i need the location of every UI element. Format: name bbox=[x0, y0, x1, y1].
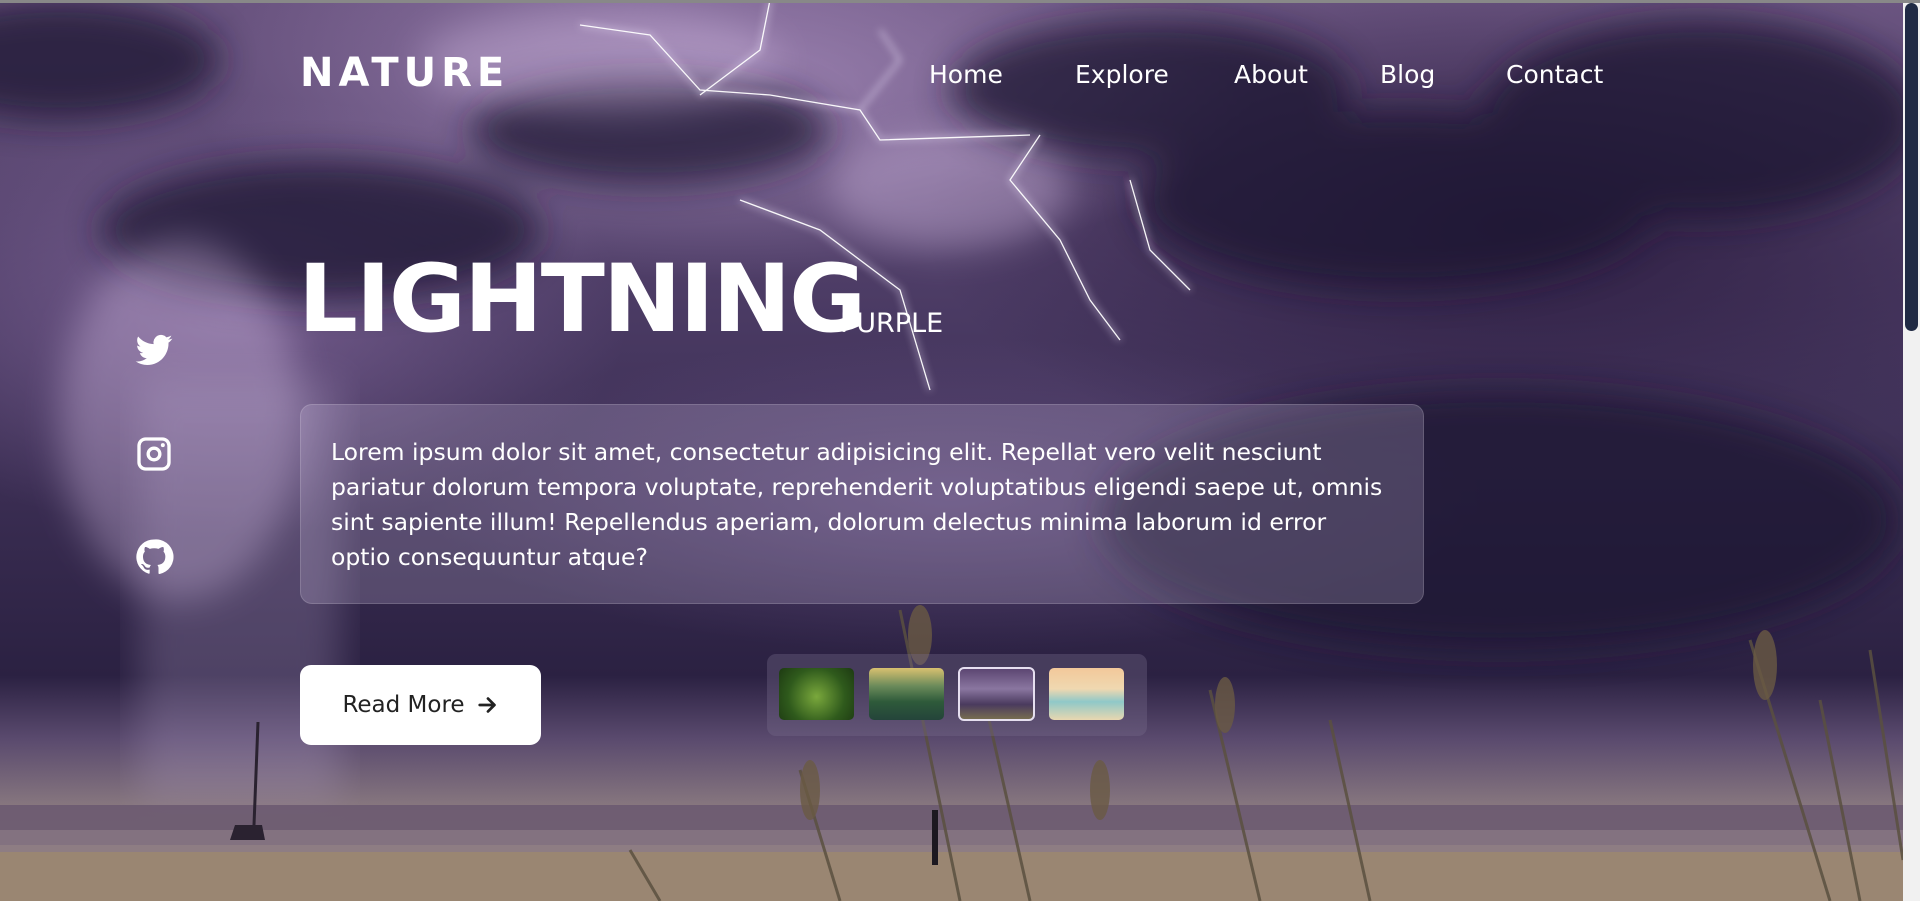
thumbnail-strip bbox=[767, 654, 1147, 736]
nav-contact[interactable]: Contact bbox=[1506, 60, 1603, 89]
page-scrollbar[interactable] bbox=[1903, 0, 1920, 901]
instagram-icon bbox=[137, 437, 171, 471]
site-logo[interactable]: NATURE bbox=[300, 50, 509, 96]
instagram-link[interactable] bbox=[134, 434, 174, 474]
github-icon bbox=[136, 539, 174, 575]
nav-blog[interactable]: Blog bbox=[1380, 60, 1435, 89]
read-more-label: Read More bbox=[342, 692, 465, 718]
hero-section: NATURE Home Explore About Blog Contact L… bbox=[0, 0, 1903, 901]
nav-about[interactable]: About bbox=[1234, 60, 1308, 89]
forest-thumbnail[interactable] bbox=[779, 668, 854, 720]
beach-sunset-thumbnail[interactable] bbox=[1049, 668, 1124, 720]
arrow-right-icon bbox=[477, 697, 496, 713]
window-top-border bbox=[0, 0, 1920, 3]
hero-title: LIGHTNING bbox=[298, 245, 866, 354]
lightning-thumbnail[interactable] bbox=[958, 667, 1035, 721]
github-link[interactable] bbox=[134, 537, 174, 577]
mountain-lake-thumbnail[interactable] bbox=[869, 668, 944, 720]
description-card: Lorem ipsum dolor sit amet, consectetur … bbox=[300, 404, 1424, 604]
nav-explore[interactable]: Explore bbox=[1075, 60, 1169, 89]
nav-home[interactable]: Home bbox=[929, 60, 1003, 89]
twitter-link[interactable] bbox=[134, 330, 174, 370]
hero-tag: PURPLE bbox=[840, 308, 944, 339]
twitter-icon bbox=[135, 334, 173, 365]
read-more-button[interactable]: Read More bbox=[300, 665, 541, 745]
scrollbar-thumb[interactable] bbox=[1905, 3, 1918, 331]
hero-description: Lorem ipsum dolor sit amet, consectetur … bbox=[331, 438, 1383, 571]
